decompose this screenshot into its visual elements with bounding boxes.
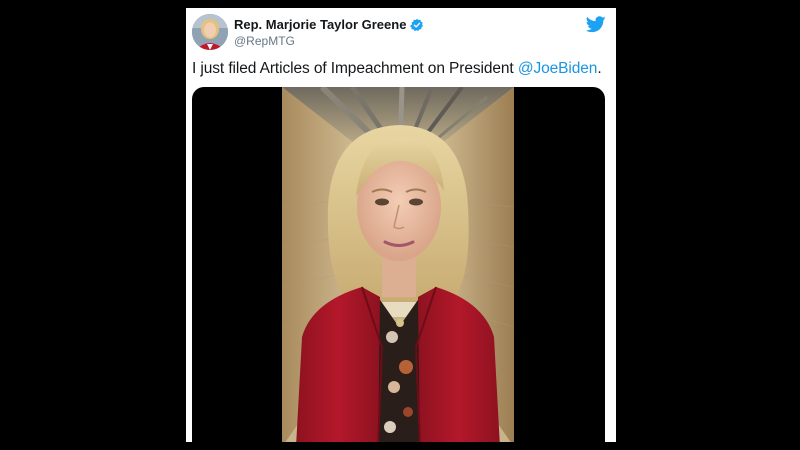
tweet-text: I just filed Articles of Impeachment on … <box>192 60 602 78</box>
twitter-bird-icon[interactable] <box>586 16 606 33</box>
mention-link[interactable]: @JoeBiden <box>518 60 598 77</box>
page: Rep. Marjorie Taylor Greene @RepMTG I ju… <box>0 0 800 450</box>
video-player[interactable] <box>192 87 605 442</box>
tweet-text-end: . <box>597 60 602 77</box>
author-avatar[interactable] <box>192 14 228 50</box>
tweet-card[interactable]: Rep. Marjorie Taylor Greene @RepMTG I ju… <box>186 8 616 442</box>
verified-badge-icon <box>410 18 424 31</box>
author-name[interactable]: Rep. Marjorie Taylor Greene <box>234 17 424 32</box>
author-handle[interactable]: @RepMTG <box>234 34 295 48</box>
video-frame[interactable] <box>282 87 514 442</box>
author-name-text[interactable]: Rep. Marjorie Taylor Greene <box>234 17 406 32</box>
tweet-text-body: I just filed Articles of Impeachment on … <box>192 60 518 77</box>
